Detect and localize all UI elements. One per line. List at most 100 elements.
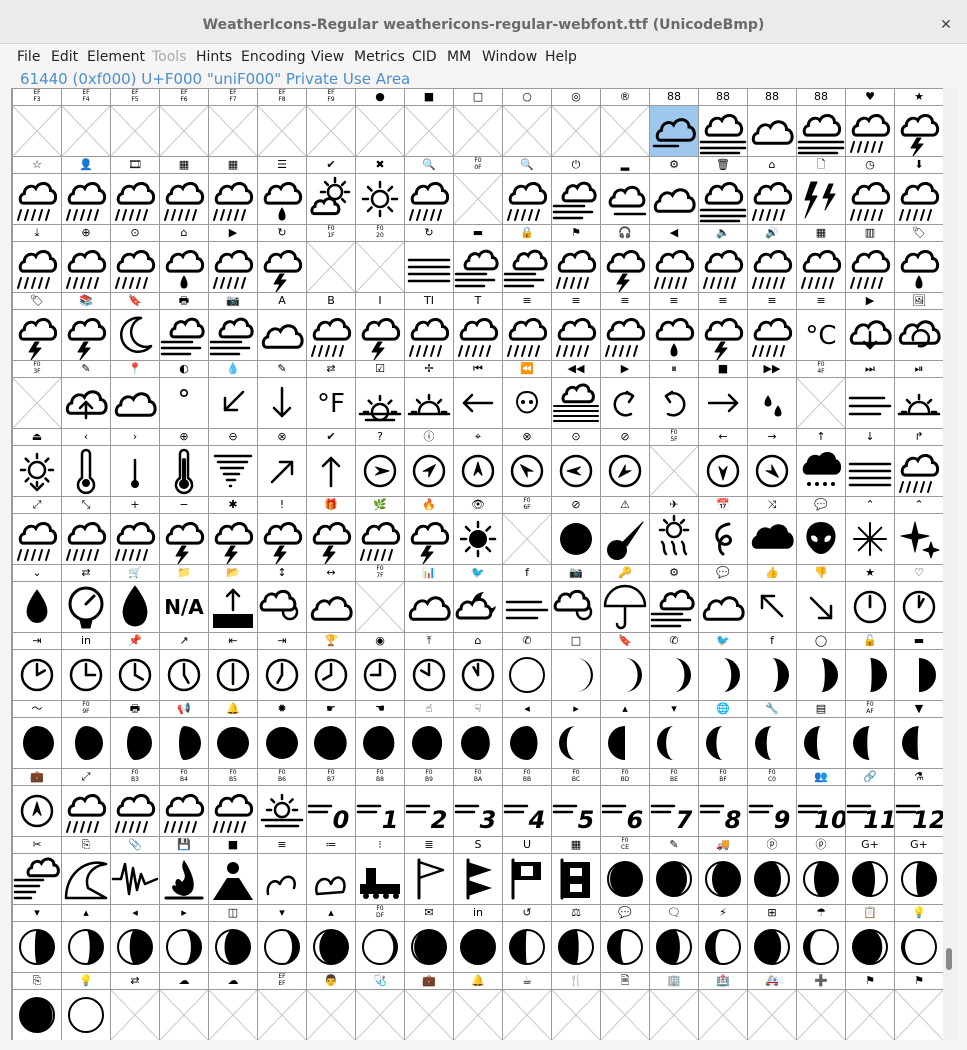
- menu-help[interactable]: Help: [545, 49, 577, 65]
- empty-glyph-cell[interactable]: [503, 990, 551, 1040]
- glyph-cloud-rain-icon[interactable]: [454, 310, 502, 360]
- glyph-cloud-icon[interactable]: [111, 378, 159, 428]
- glyph-clock-10-icon[interactable]: [405, 650, 453, 700]
- glyph-wind-cloud-icon[interactable]: [650, 582, 698, 632]
- glyph-cloud-rain-icon[interactable]: [846, 242, 894, 292]
- empty-glyph-cell[interactable]: [356, 106, 404, 156]
- empty-glyph-cell[interactable]: [601, 106, 649, 156]
- empty-glyph-cell[interactable]: [454, 990, 502, 1040]
- glyph-fog-cloud-icon[interactable]: [552, 378, 600, 428]
- glyph-eclipse-5-icon[interactable]: [797, 854, 845, 904]
- glyph-cloud-up-icon[interactable]: [62, 378, 110, 428]
- glyph-cloud-fog-icon[interactable]: [699, 174, 747, 224]
- glyph-cloud-rain-icon[interactable]: [552, 242, 600, 292]
- glyph-moonph-9-icon[interactable]: [405, 922, 453, 972]
- glyph-cloud-drop-icon[interactable]: [258, 174, 306, 224]
- empty-glyph-cell[interactable]: [454, 106, 502, 156]
- empty-glyph-cell[interactable]: [748, 990, 796, 1040]
- menu-edit[interactable]: Edit: [51, 49, 78, 65]
- glyph-moonph-11-icon[interactable]: [503, 922, 551, 972]
- empty-glyph-cell[interactable]: [258, 106, 306, 156]
- glyph-cloud-rain-icon[interactable]: [552, 310, 600, 360]
- glyph-cloud-rain-icon[interactable]: [160, 786, 208, 836]
- glyph-degree-icon[interactable]: °: [160, 378, 208, 428]
- glyph-moon-w2-icon[interactable]: [356, 718, 404, 768]
- menu-mm[interactable]: MM: [447, 49, 471, 65]
- glyph-moonph-2-icon[interactable]: [62, 922, 110, 972]
- glyph-cloud-rain-icon[interactable]: [846, 174, 894, 224]
- glyph-clock-6-icon[interactable]: [209, 650, 257, 700]
- glyph-beaufort-0-icon[interactable]: 0: [307, 786, 355, 836]
- glyph-drop-icon[interactable]: [13, 582, 61, 632]
- glyph-moonph-15-icon[interactable]: [699, 922, 747, 972]
- glyph-beaufort-7-icon[interactable]: 7: [650, 786, 698, 836]
- glyph-compass-w-icon[interactable]: [552, 446, 600, 496]
- empty-glyph-cell[interactable]: [797, 378, 845, 428]
- glyph-cloud-icon[interactable]: [307, 582, 355, 632]
- glyph-beaufort-4-icon[interactable]: 4: [503, 786, 551, 836]
- glyph-cloud-rain-icon[interactable]: [846, 106, 894, 156]
- glyph-cloud-drop-icon[interactable]: [650, 310, 698, 360]
- empty-glyph-cell[interactable]: [258, 990, 306, 1040]
- empty-glyph-cell[interactable]: [503, 106, 551, 156]
- glyph-cloud-thunder-icon[interactable]: [699, 310, 747, 360]
- glyph-arrow-right-icon[interactable]: [699, 378, 747, 428]
- glyph-cloud-rain-icon[interactable]: [748, 242, 796, 292]
- empty-glyph-cell[interactable]: [405, 990, 453, 1040]
- glyph-beaufort-12-icon[interactable]: 12: [895, 786, 943, 836]
- glyph-thermo-full-icon[interactable]: [160, 446, 208, 496]
- empty-glyph-cell[interactable]: [601, 990, 649, 1040]
- glyph-cloud-rain-icon[interactable]: [111, 786, 159, 836]
- glyph-cloud-rain-icon[interactable]: [797, 242, 845, 292]
- glyph-beaufort-1-icon[interactable]: 1: [356, 786, 404, 836]
- glyph-cloud-thunder-icon[interactable]: [895, 106, 943, 156]
- glyph-earthquake-icon[interactable]: [111, 854, 159, 904]
- glyph-moon-full-icon[interactable]: [258, 718, 306, 768]
- glyph-beaufort-3-icon[interactable]: 3: [454, 786, 502, 836]
- glyph-beaufort-5-icon[interactable]: 5: [552, 786, 600, 836]
- glyph-moonph-4-icon[interactable]: [160, 922, 208, 972]
- glyph-cloud-thunder-icon[interactable]: [160, 514, 208, 564]
- empty-glyph-cell[interactable]: [356, 582, 404, 632]
- glyph-cloud-thunder-icon[interactable]: [13, 310, 61, 360]
- empty-glyph-cell[interactable]: [454, 174, 502, 224]
- glyph-flag-gale-icon[interactable]: [454, 854, 502, 904]
- glyph-cloud-rain-icon[interactable]: [62, 242, 110, 292]
- glyph-wind-cloud-icon[interactable]: [160, 310, 208, 360]
- glyph-cloud-rain-icon[interactable]: [748, 174, 796, 224]
- glyph-moonph-12-icon[interactable]: [552, 922, 600, 972]
- glyph-bolts-icon[interactable]: [797, 174, 845, 224]
- glyph-cloud-rain-icon[interactable]: [160, 174, 208, 224]
- empty-glyph-cell[interactable]: [650, 990, 698, 1040]
- glyph-moonph-16-icon[interactable]: [748, 922, 796, 972]
- glyph-wind-icon[interactable]: [503, 582, 551, 632]
- empty-glyph-cell[interactable]: [797, 990, 845, 1040]
- empty-glyph-cell[interactable]: [699, 990, 747, 1040]
- glyph-moon-new-icon[interactable]: [503, 650, 551, 700]
- menu-element[interactable]: Element: [87, 49, 145, 65]
- glyph-cloud-rain-icon[interactable]: [209, 174, 257, 224]
- glyph-clock-1-icon[interactable]: [895, 582, 943, 632]
- glyph-moon-g3-icon[interactable]: [111, 718, 159, 768]
- glyph-alien-icon[interactable]: [797, 514, 845, 564]
- glyph-cloud-rain-icon[interactable]: [748, 310, 796, 360]
- glyph-cloud-fog-icon[interactable]: [699, 106, 747, 156]
- glyph-cloud-rain-icon[interactable]: [13, 242, 61, 292]
- empty-glyph-cell[interactable]: [552, 106, 600, 156]
- glyph-cloud-rain-icon[interactable]: [699, 242, 747, 292]
- glyph-moonph-3-icon[interactable]: [111, 922, 159, 972]
- glyph-cloud-rain-icon[interactable]: [62, 786, 110, 836]
- glyph-wind-cloud-icon[interactable]: [552, 174, 600, 224]
- glyph-celsius-icon[interactable]: °C: [797, 310, 845, 360]
- glyph-fire-icon[interactable]: [160, 854, 208, 904]
- glyph-tsunami-icon[interactable]: [62, 854, 110, 904]
- empty-glyph-cell[interactable]: [552, 990, 600, 1040]
- glyph-moon-c3-icon[interactable]: [650, 650, 698, 700]
- glyph-moon-w3-icon[interactable]: [405, 718, 453, 768]
- glyph-clock-9-icon[interactable]: [356, 650, 404, 700]
- glyph-sunset-icon[interactable]: [405, 378, 453, 428]
- glyph-stars-icon[interactable]: [895, 514, 943, 564]
- glyph-eclipse-6-icon[interactable]: [846, 854, 894, 904]
- glyph-arrow-up-icon[interactable]: [307, 446, 355, 496]
- glyph-cloud-rain-icon[interactable]: [650, 242, 698, 292]
